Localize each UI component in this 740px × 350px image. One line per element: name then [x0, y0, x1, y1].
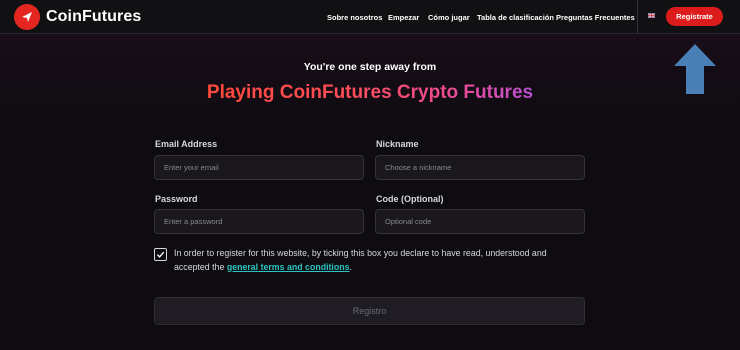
terms-link[interactable]: general terms and conditions — [227, 262, 350, 272]
nickname-field[interactable] — [376, 156, 584, 179]
email-field-container — [154, 155, 364, 180]
uk-flag-icon[interactable] — [648, 13, 655, 18]
terms-text-after: . — [349, 261, 352, 272]
hero-title-text: Playing CoinFutures Crypto Futures — [206, 82, 534, 103]
password-label: Password — [155, 194, 198, 204]
nav-link-sobre-nosotros[interactable]: Sobre nosotros — [327, 13, 382, 22]
nav-link-empezar[interactable]: Empezar — [388, 13, 419, 22]
nickname-field-container — [375, 155, 585, 180]
nav-item-sobre-nosotros[interactable]: Sobre nosotros — [327, 0, 382, 34]
terms-text: In order to register for this website, b… — [174, 247, 584, 274]
code-field-container — [375, 209, 585, 234]
nav-item-empezar[interactable]: Empezar — [388, 0, 419, 34]
code-label: Code (Optional) — [376, 194, 444, 204]
navbar: CoinFutures Sobre nosotros Empezar Cómo … — [0, 0, 740, 34]
nav-link-tabla-clasificacion[interactable]: Tabla de clasificación — [477, 13, 554, 22]
terms-checkbox[interactable] — [154, 248, 167, 261]
nav-item-preguntas-frecuentes[interactable]: Preguntas Frecuentes — [556, 0, 635, 34]
checkmark-icon — [156, 251, 165, 258]
coinfutures-logo-icon — [14, 4, 40, 30]
nickname-label: Nickname — [376, 139, 419, 149]
nav-link-preguntas-frecuentes[interactable]: Preguntas Frecuentes — [556, 13, 635, 22]
brand[interactable]: CoinFutures — [14, 4, 141, 30]
code-field[interactable] — [376, 210, 584, 233]
password-field-container — [154, 209, 364, 234]
page: CoinFutures Sobre nosotros Empezar Cómo … — [0, 0, 740, 350]
brand-name: CoinFutures — [46, 8, 142, 25]
nav-item-como-jugar[interactable]: Cómo jugar — [428, 0, 470, 34]
hero-subtitle: You're one step away from — [303, 61, 437, 73]
password-field[interactable] — [155, 210, 363, 233]
email-field[interactable] — [155, 156, 363, 179]
hero-title: Playing CoinFutures Crypto Futures — [0, 82, 740, 104]
nav-divider — [637, 0, 638, 34]
nav-item-tabla-clasificacion[interactable]: Tabla de clasificación — [477, 0, 554, 34]
register-button[interactable]: Regístrate — [666, 7, 723, 26]
nav-link-como-jugar[interactable]: Cómo jugar — [428, 13, 470, 22]
email-label: Email Address — [155, 139, 218, 149]
submit-button[interactable]: Registro — [154, 297, 585, 325]
